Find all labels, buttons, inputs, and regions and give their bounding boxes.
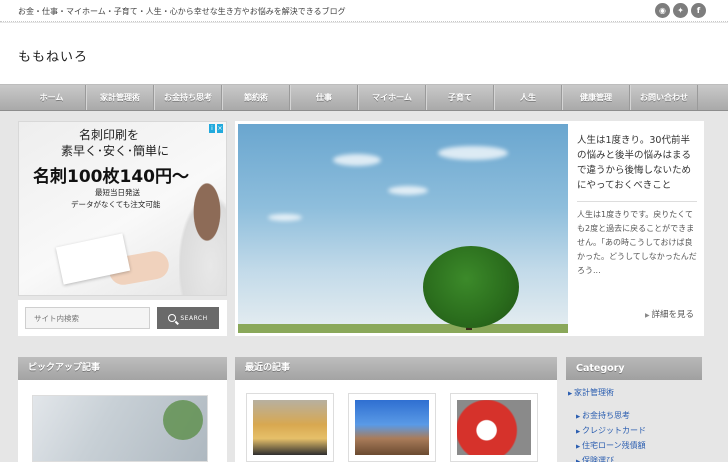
featured-excerpt: 人生は1度きりです。戻りたくても2度と過去に戻ることができません。「あの時こうし… [577, 201, 697, 278]
featured-image[interactable] [238, 124, 568, 333]
pickup-heading: ピックアップ記事 [18, 357, 227, 380]
nav-left-edge [0, 84, 18, 111]
search-icon [168, 314, 177, 322]
ad-subline-1: 最短当日発送 [95, 188, 140, 197]
ad-banner[interactable]: i × 名刺印刷を 素早く･安く･簡単に 名刺100枚140円〜 最短当日発送 デ… [18, 121, 227, 296]
site-tagline: お金・仕事・マイホーム・子育て・人生・心から幸せな生き方やお悩みを解決できるブロ… [18, 7, 346, 16]
pickup-section: ピックアップ記事 [18, 357, 227, 462]
category-item-insurance[interactable]: 保険選び [566, 454, 702, 462]
featured-text: 人生は1度きり。30代前半の悩みと後半の悩みはまるで違うから後悔しないためにやっ… [577, 133, 697, 278]
top-bar: お金・仕事・マイホーム・子育て・人生・心から幸せな生き方やお悩みを解決できるブロ… [0, 0, 728, 22]
read-more-link[interactable]: 詳細を見る [645, 308, 694, 320]
rss-icon[interactable]: ◉ [655, 3, 670, 18]
ad-choices-icon[interactable]: i × [209, 124, 223, 134]
nav-item-home[interactable]: ホーム [18, 85, 86, 110]
nav-item-parenting[interactable]: 子育て [426, 85, 494, 110]
search-button[interactable]: SEARCH [157, 307, 219, 329]
pickup-thumbnail[interactable] [32, 395, 208, 462]
nav-item-saving[interactable]: 節約術 [222, 85, 290, 110]
featured-title[interactable]: 人生は1度きり。30代前半の悩みと後半の悩みはまるで違うから後悔しないためにやっ… [577, 133, 697, 193]
ad-headline-2: 素早く･安く･簡単に [61, 144, 170, 158]
category-heading: Category [566, 357, 702, 380]
recent-section: 最近の記事 [235, 357, 557, 462]
category-list: 家計管理術 お金持ち思考 クレジットカード 住宅ローン残債額 保険選び [566, 380, 702, 462]
recent-thumbnail-3[interactable] [450, 393, 538, 462]
category-item-rich-mindset[interactable]: お金持ち思考 [566, 409, 702, 424]
ad-person-image [179, 182, 226, 295]
search-button-label: SEARCH [180, 314, 208, 322]
site-header: ももねいろ [0, 23, 728, 84]
nav-item-my-home[interactable]: マイホーム [358, 85, 426, 110]
social-links: ◉ ✦ f [655, 3, 706, 18]
search-input[interactable] [25, 307, 150, 329]
nav-item-contact[interactable]: お問い合わせ [630, 85, 698, 110]
recent-thumbnail-1[interactable] [246, 393, 334, 462]
ad-price: 名刺100枚140円〜 [33, 167, 189, 187]
nav-item-household[interactable]: 家計管理術 [86, 85, 154, 110]
tree-image [423, 246, 519, 328]
twitter-icon[interactable]: ✦ [673, 3, 688, 18]
ad-subline-2: データがなくても注文可能 [71, 200, 161, 209]
category-item-household[interactable]: 家計管理術 [566, 386, 702, 401]
nav-item-work[interactable]: 仕事 [290, 85, 358, 110]
category-section: Category 家計管理術 お金持ち思考 クレジットカード 住宅ローン残債額 … [566, 357, 702, 462]
recent-thumbnail-2[interactable] [348, 393, 436, 462]
category-item-mortgage[interactable]: 住宅ローン残債額 [566, 439, 702, 454]
featured-post[interactable]: 人生は1度きり。30代前半の悩みと後半の悩みはまるで違うから後悔しないためにやっ… [235, 121, 704, 336]
recent-heading: 最近の記事 [235, 357, 557, 380]
leaf-image [163, 400, 203, 440]
search-widget: SEARCH [18, 300, 227, 336]
site-title[interactable]: ももねいろ [18, 46, 88, 65]
nav-item-health[interactable]: 健康管理 [562, 85, 630, 110]
category-item-credit-card[interactable]: クレジットカード [566, 424, 702, 439]
nav-item-life[interactable]: 人生 [494, 85, 562, 110]
main-nav: ホーム 家計管理術 お金持ち思考 節約術 仕事 マイホーム 子育て 人生 健康管… [18, 84, 728, 111]
facebook-icon[interactable]: f [691, 3, 706, 18]
ad-headline-1: 名刺印刷を [79, 128, 140, 142]
nav-item-rich-mindset[interactable]: お金持ち思考 [154, 85, 222, 110]
grass-image [238, 324, 568, 333]
